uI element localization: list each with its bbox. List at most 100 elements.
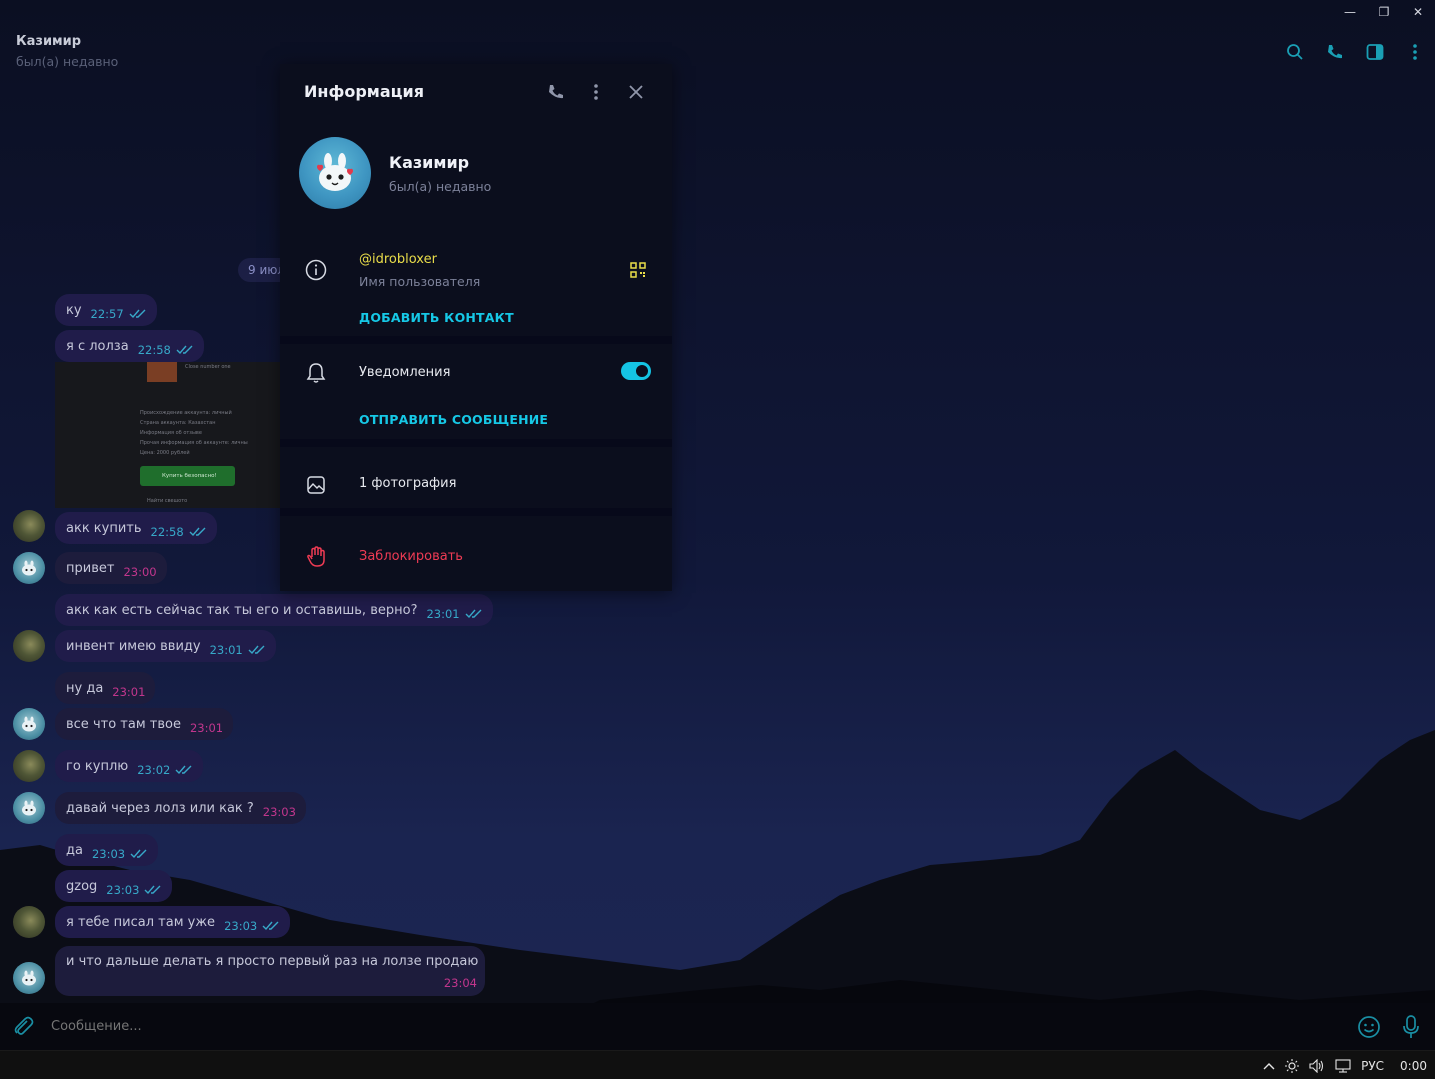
close-icon[interactable] [616,80,656,104]
message-bubble[interactable]: я тебе писал там уже 23:03 [55,906,291,938]
read-check-icon [248,636,266,668]
search-icon[interactable] [1275,40,1315,64]
sidebar-toggle-icon[interactable] [1355,40,1395,64]
profile-status: был(а) недавно [389,179,492,194]
header-actions [1275,40,1435,64]
toggle-knob [634,363,650,379]
message-bubble[interactable]: да 23:03 [55,834,159,866]
message-text: давай через лолз или как ? [66,801,254,816]
paperclip-icon[interactable] [12,1015,34,1041]
message-text: я тебе писал там уже [66,915,216,930]
profile-avatar[interactable] [299,137,371,209]
bunny-icon [22,716,36,732]
avatar[interactable] [13,962,45,994]
message-text: инвент имею ввиду [66,639,201,654]
add-contact-button[interactable]: ДОБАВИТЬ КОНТАКТ [359,310,514,325]
message-text: и что дальше делать я просто первый раз … [66,954,479,969]
message-bubble[interactable]: инвент имею ввиду 23:01 [55,630,276,662]
message-bubble[interactable]: gzog 23:03 [55,870,173,902]
photo-text: Прочая информация об аккаунте: личны [140,440,248,446]
read-check-icon [465,600,483,632]
username[interactable]: @idrobloxer [359,252,437,267]
avatar[interactable] [13,750,45,782]
avatar[interactable] [13,792,45,824]
emoji-icon[interactable] [1357,1015,1381,1043]
message-time: 22:58 [150,525,184,539]
message-bubble[interactable]: я с лолза 22:58 [55,330,204,362]
photo-text: Close number one [185,364,231,370]
block-button[interactable]: Заблокировать [359,549,463,564]
photo-message[interactable]: Close number one Происхождение аккаунта:… [55,362,281,508]
message-text: привет [66,561,115,576]
message-text: ну да [66,681,104,696]
read-check-icon [262,912,280,944]
avatar[interactable] [13,708,45,740]
microphone-icon[interactable] [1401,1014,1421,1044]
minimize-button[interactable]: — [1333,0,1367,24]
photo-buy-button: Купить безопасно! [140,466,235,486]
read-check-icon [129,300,147,332]
message-time: 23:01 [189,721,224,735]
divider [280,336,672,344]
avatar[interactable] [13,552,45,584]
message-composer [0,1003,1435,1050]
block-hand-icon [304,545,328,569]
notifications-toggle[interactable] [621,362,651,380]
bunny-icon [22,560,36,576]
message-bubble[interactable]: давай через лолз или как ? 23:03 [55,792,306,824]
message-input[interactable] [51,1019,1301,1034]
chat-header[interactable]: Казимир был(а) недавно [0,24,1435,76]
volume-icon[interactable] [1309,1058,1325,1073]
message-time: 23:01 [112,685,146,699]
message-bubble[interactable]: ку 22:57 [55,294,157,326]
message-bubble[interactable]: акк купить 22:58 [55,512,217,544]
qr-code-icon[interactable] [630,262,646,282]
message-bubble[interactable]: все что там твое 23:01 [55,708,234,740]
message-bubble[interactable]: акк как есть сейчас так ты его и оставиш… [55,594,493,626]
message-bubble[interactable]: привет 23:00 [55,552,167,584]
message-text: акк купить [66,521,142,536]
bunny-icon [22,970,36,986]
message-bubble[interactable]: го куплю 23:02 [55,750,204,782]
avatar[interactable] [13,510,45,542]
phone-icon[interactable] [536,80,576,104]
message-time: 23:02 [137,763,171,777]
brightness-icon[interactable] [1285,1058,1300,1073]
chat-title[interactable]: Казимир [16,34,81,49]
phone-icon[interactable] [1315,40,1355,64]
photos-link[interactable]: 1 фотография [359,476,456,491]
message-time: 23:04 [443,976,477,990]
message-text: все что там твое [66,717,181,732]
message-time: 23:03 [91,847,126,861]
chevron-up-icon[interactable] [1263,1062,1275,1070]
photo-thumbnail [147,362,177,382]
network-icon[interactable] [1335,1058,1351,1073]
message-text: ку [66,303,82,318]
maximize-button[interactable]: ❐ [1367,0,1401,24]
message-bubble[interactable]: ну да 23:01 [55,672,156,704]
read-check-icon [175,756,193,788]
avatar[interactable] [13,630,45,662]
photo-text: Найти свешото [147,498,188,504]
close-window-button[interactable]: ✕ [1401,0,1435,24]
message-text: акк как есть сейчас так ты его и оставиш… [66,603,418,618]
bunny-icon [22,800,36,816]
send-message-button[interactable]: ОТПРАВИТЬ СООБЩЕНИЕ [359,412,548,427]
more-icon[interactable] [576,80,616,104]
divider [280,439,672,447]
message-time: 23:03 [262,805,296,819]
avatar[interactable] [13,906,45,938]
read-check-icon [144,876,162,908]
message-time: 22:57 [90,307,124,321]
clock[interactable]: 0:00 [1400,1059,1427,1073]
message-time: 23:01 [209,643,243,657]
notifications-label: Уведомления [359,365,451,380]
message-bubble[interactable]: и что дальше делать я просто первый раз … [55,946,485,996]
system-tray: РУС 0:00 [1253,1051,1427,1079]
language-indicator[interactable]: РУС [1361,1059,1384,1073]
photo-text: Происхождение аккаунта: личный [140,410,232,416]
read-check-icon [189,518,207,550]
more-icon[interactable] [1395,40,1435,64]
message-time: 22:58 [137,343,171,357]
photo-text-block: Происхождение аккаунта: личный Страна ак… [140,408,248,458]
